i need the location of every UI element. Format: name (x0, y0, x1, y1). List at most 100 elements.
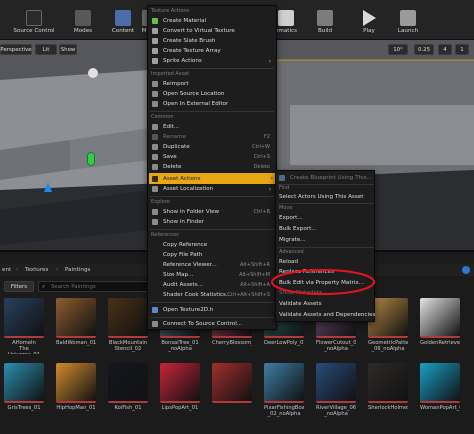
asset-actions-submenu: Create Blueprint Using This... Find Sele… (275, 170, 375, 322)
menu-item-copy-file-path[interactable]: Copy File Path (152, 250, 274, 260)
menu-item-bulk-export[interactable]: Bulk Export... (279, 224, 373, 234)
snap-scale-field[interactable]: 0.25 (414, 44, 434, 55)
perspective-button[interactable]: Perspective (0, 44, 32, 55)
external-icon (152, 101, 158, 107)
breadcrumb-root[interactable]: ent (2, 267, 11, 273)
path-icon (152, 252, 158, 258)
asset-tile[interactable]: GoldenRetriever_02 (420, 298, 460, 354)
audit-icon (152, 282, 158, 288)
menu-item-sprite-actions[interactable]: Sprite Actions › (152, 56, 274, 66)
menu-item-create-texture-array[interactable]: Create Texture Array (152, 46, 274, 56)
modes-button[interactable]: Modes (68, 4, 98, 38)
asset-tile[interactable]: KoiFish_01 (108, 363, 148, 419)
asset-label: GeometricPattern _06_noAlpha (368, 340, 408, 352)
source-control-button[interactable]: Source Control (4, 4, 64, 38)
finder-icon (152, 219, 158, 225)
brush-icon (152, 38, 158, 44)
settings-icon[interactable] (462, 266, 470, 274)
menu-item-audit-assets[interactable]: Audit Assets... Alt+Shift+A (152, 280, 274, 290)
source-control-icon (26, 10, 42, 26)
menu-item-reimport[interactable]: Reimport (152, 79, 274, 89)
menu-item-asset-localization[interactable]: Asset Localization › (152, 184, 274, 194)
save-icon (152, 154, 158, 160)
menu-item-create-material[interactable]: Create Material (152, 16, 274, 26)
lit-button[interactable]: Lit (35, 44, 57, 55)
source-control-icon (152, 321, 158, 327)
snap-angle-field[interactable]: 10° (388, 44, 408, 55)
search-input[interactable]: ⌕ Search Paintings (38, 281, 148, 292)
launch-button[interactable]: Launch (394, 4, 422, 38)
section-imported-asset: Imported Asset (151, 71, 190, 77)
menu-item-migrate[interactable]: Migrate... (279, 235, 373, 245)
menu-item-shader-cook[interactable]: Shader Cook Statistics... Ctrl+Alt+Shift+… (152, 290, 274, 300)
menu-item-copy-reference[interactable]: Copy Reference (152, 240, 274, 250)
asset-thumbnail (420, 363, 460, 403)
asset-tile[interactable]: WomanPopArt_01 (420, 363, 460, 419)
breadcrumb-textures[interactable]: Textures (25, 267, 48, 273)
asset-thumbnail (160, 363, 200, 403)
asset-tile[interactable] (212, 363, 252, 419)
menu-item-delete[interactable]: Delete Delete (152, 162, 274, 172)
asset-label: BlackMountain Stencil_02 (108, 340, 148, 352)
menu-item-create-blueprint[interactable]: Create Blueprint Using This... (279, 173, 373, 183)
section-explore: Explore (151, 199, 170, 205)
menu-item-size-map[interactable]: Size Map... Alt+Shift+M (152, 270, 274, 280)
menu-item-create-slate-brush[interactable]: Create Slate Brush (152, 36, 274, 46)
globe-icon (152, 186, 158, 192)
size-map-icon (152, 272, 158, 278)
menu-item-reference-viewer[interactable]: Reference Viewer... Alt+Shift+R (152, 260, 274, 270)
modes-icon (75, 10, 91, 26)
asset-thumbnail (420, 298, 460, 338)
content-button[interactable]: Content (108, 4, 138, 38)
menu-item-rename[interactable]: Rename F2 (152, 132, 274, 142)
menu-item-show-in-finder[interactable]: Show in Finder (152, 217, 274, 227)
asset-label: FlowerCutout_06 _noAlpha (316, 340, 356, 352)
menu-item-save[interactable]: Save Ctrl+S (152, 152, 274, 162)
texture-icon (152, 28, 158, 34)
actor-gizmo-icon[interactable] (87, 152, 95, 166)
menu-item-show-in-folder[interactable]: Show in Folder View Ctrl+B (152, 207, 274, 217)
menu-item-select-actors[interactable]: Select Actors Using This Asset (279, 192, 373, 202)
duplicate-icon (152, 144, 158, 150)
shader-icon (152, 292, 158, 298)
player-start-icon[interactable] (44, 182, 52, 192)
section-texture-actions: Texture Actions (151, 8, 190, 14)
menu-item-open-external[interactable]: Open In External Editor (152, 99, 274, 109)
asset-tile[interactable]: BaldWoman_01 (56, 298, 96, 354)
grid-field[interactable]: 1 (455, 44, 469, 55)
asset-thumbnail (108, 298, 148, 338)
asset-thumbnail (368, 363, 408, 403)
light-icon[interactable] (88, 68, 98, 78)
asset-thumbnail (316, 363, 356, 403)
asset-tile[interactable]: AHomeIn The Universe_01 (4, 298, 44, 354)
menu-item-duplicate[interactable]: Duplicate Ctrl+W (152, 142, 274, 152)
menu-item-validate-assets[interactable]: Validate Assets (279, 299, 373, 309)
asset-tile[interactable]: SherlockHolmes_01 (368, 363, 408, 419)
asset-tile[interactable]: LipsPopArt_01 (160, 363, 200, 419)
menu-item-convert-virtual[interactable]: Convert to Virtual Texture (152, 26, 274, 36)
asset-label: CherryBlossom_01 (212, 340, 252, 346)
asset-tile[interactable]: HipHopMan_01 (56, 363, 96, 419)
menu-item-edit[interactable]: Edit... (152, 122, 274, 132)
search-icon: ⌕ (42, 283, 46, 290)
menu-item-connect-source-control[interactable]: Connect To Source Control... (152, 319, 274, 329)
asset-label: DeerLowPoly_01 (264, 340, 304, 346)
menu-item-open-texture2d[interactable]: Open Texture2D.h (152, 305, 274, 315)
build-button[interactable]: Build (312, 4, 338, 38)
show-button[interactable]: Show (59, 44, 77, 55)
asset-tile[interactable]: PixarFishingBoat _02_noAlpha (264, 363, 304, 419)
camera-speed-field[interactable]: 4 (438, 44, 452, 55)
asset-tile[interactable]: GrisTrees_01 (4, 363, 44, 419)
play-button[interactable]: Play (356, 4, 382, 38)
asset-tile[interactable]: BlackMountain Stencil_02 (108, 298, 148, 354)
menu-item-open-source-location[interactable]: Open Source Location (152, 89, 274, 99)
asset-label: AHomeIn The Universe_01 (8, 340, 40, 354)
breadcrumb-paintings[interactable]: Paintings (65, 267, 90, 273)
filters-button[interactable]: Filters (4, 281, 34, 292)
menu-item-validate-dependencies[interactable]: Validate Assets and Dependencies (279, 310, 375, 320)
menu-item-asset-actions[interactable]: Asset Actions › (149, 173, 276, 184)
asset-tile[interactable]: RiverVillage_06 _noAlpha (316, 363, 356, 419)
asset-label (212, 405, 252, 419)
menu-item-export[interactable]: Export... (279, 213, 373, 223)
annotation-ellipse (271, 269, 375, 295)
